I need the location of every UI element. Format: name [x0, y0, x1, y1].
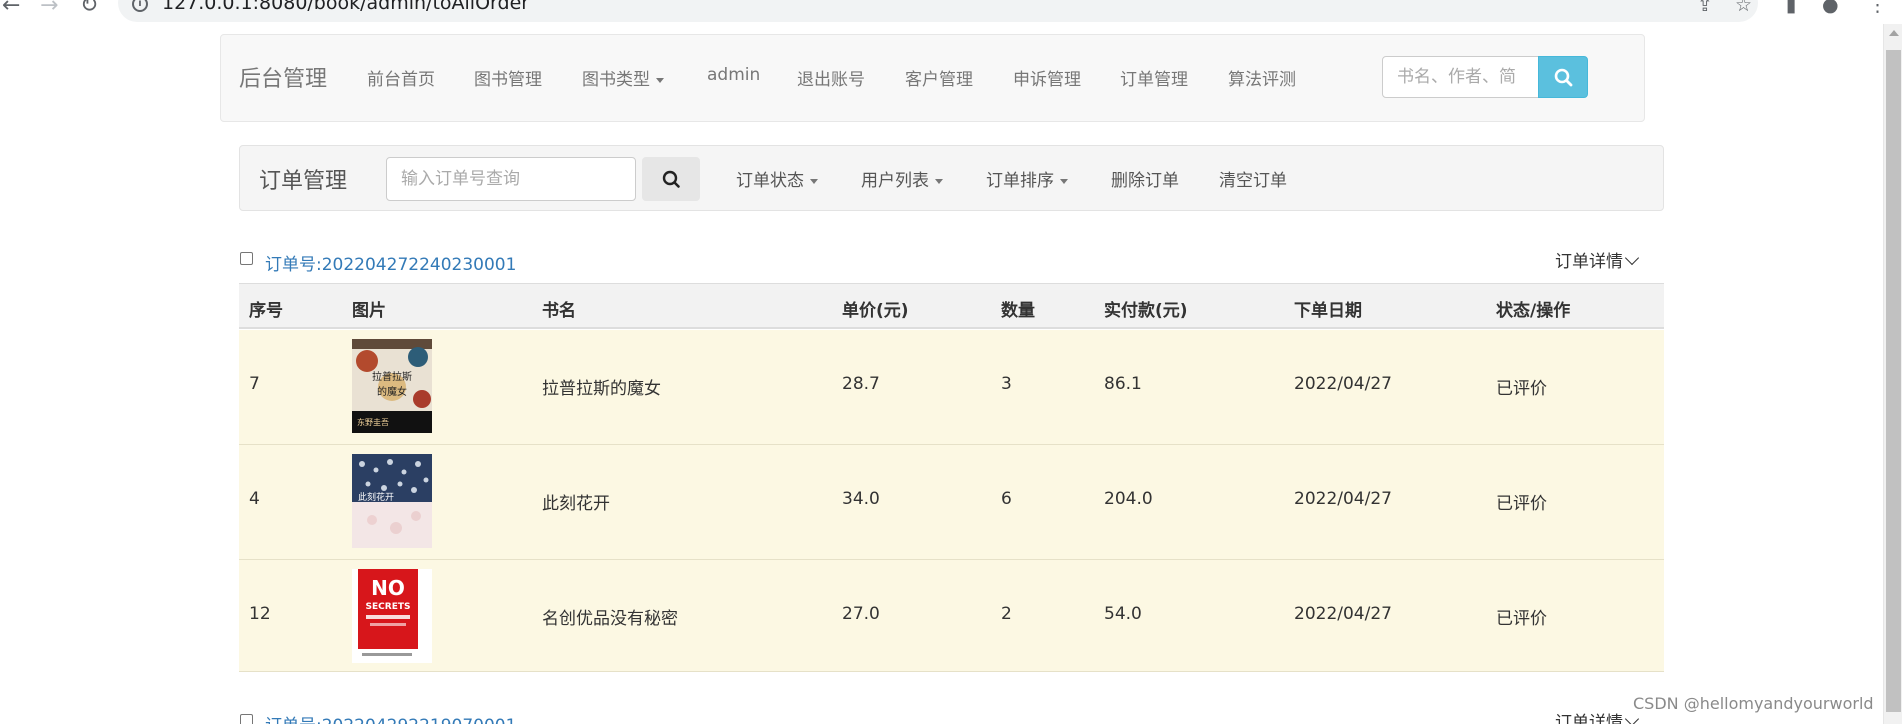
order-select-checkbox[interactable] [240, 714, 253, 724]
row-book-title: 此刻花开 [542, 494, 610, 514]
book-search-button[interactable] [1538, 56, 1588, 98]
row-status: 已评价 [1496, 379, 1547, 399]
nav-book-management[interactable]: 图书管理 [474, 65, 542, 90]
order-detail-label: 订单详情 [1555, 713, 1623, 724]
row-book-title: 名创优品没有秘密 [542, 609, 678, 629]
chevron-down-icon [1624, 250, 1640, 266]
row-quantity: 6 [1001, 489, 1012, 509]
chevron-down-icon [1624, 711, 1640, 724]
book-search-input[interactable] [1382, 56, 1540, 98]
forward-arrow-icon[interactable]: → [40, 0, 58, 18]
csdn-watermark: CSDN @hellomyandyourworld [1633, 694, 1874, 713]
book-cover-image[interactable]: 拉普拉斯 的魔女 东野圭吾 [352, 339, 432, 433]
svg-text:NO: NO [371, 576, 405, 600]
nav-logout[interactable]: 退出账号 [797, 65, 865, 90]
user-list-label: 用户列表 [861, 171, 929, 191]
nav-customer-management[interactable]: 客户管理 [905, 65, 973, 90]
profile-avatar-icon[interactable]: ● [1822, 0, 1839, 16]
order-table-header [239, 283, 1664, 329]
col-header-order-date: 下单日期 [1294, 301, 1362, 321]
row-unit-price: 34.0 [842, 489, 880, 509]
order-detail-toggle[interactable]: 订单详情 [1555, 247, 1640, 272]
row-book-title: 拉普拉斯的魔女 [542, 379, 661, 399]
row-status: 已评价 [1496, 494, 1547, 514]
delete-order-button[interactable]: 删除订单 [1111, 166, 1179, 191]
svg-text:东野圭吾: 东野圭吾 [357, 417, 389, 427]
table-row [239, 560, 1664, 672]
col-header-paid: 实付款(元) [1104, 301, 1188, 321]
order-number-link[interactable]: 订单号:202204292219070001 [265, 711, 516, 724]
browser-menu-icon[interactable]: ⋮ [1868, 0, 1887, 16]
col-header-unit-price: 单价(元) [842, 301, 909, 321]
row-quantity: 3 [1001, 374, 1012, 394]
order-detail-label: 订单详情 [1555, 252, 1623, 272]
svg-text:的魔女: 的魔女 [377, 385, 407, 398]
book-cover-image[interactable]: 此刻花开 [352, 454, 432, 548]
svg-text:此刻花开: 此刻花开 [358, 491, 394, 503]
order-number-search-input[interactable] [386, 157, 636, 201]
row-index: 7 [249, 374, 260, 394]
back-arrow-icon[interactable]: ← [2, 0, 20, 18]
svg-text:拉普拉斯: 拉普拉斯 [372, 370, 412, 383]
bookmark-star-icon[interactable]: ☆ [1735, 0, 1752, 16]
url-text[interactable]: 127.0.0.1:8080/book/admin/toAllOrder [162, 0, 529, 14]
row-unit-price: 28.7 [842, 374, 880, 394]
table-row [239, 445, 1664, 560]
user-list-dropdown[interactable]: 用户列表 [861, 166, 943, 191]
scroll-thumb[interactable] [1886, 50, 1901, 712]
scroll-up-arrow-icon[interactable] [1889, 30, 1899, 36]
search-icon [1554, 68, 1573, 87]
row-index: 4 [249, 489, 260, 509]
order-select-checkbox[interactable] [240, 252, 253, 265]
nav-book-type-dropdown[interactable]: 图书类型 [582, 65, 664, 90]
svg-text:SECRETS: SECRETS [366, 602, 411, 612]
order-detail-toggle[interactable]: 订单详情 [1555, 708, 1640, 724]
order-toolbar-title: 订单管理 [259, 169, 348, 194]
col-header-index: 序号 [249, 301, 283, 321]
row-order-date: 2022/04/27 [1294, 374, 1392, 394]
row-index: 12 [249, 604, 271, 624]
side-panel-icon[interactable]: ▮ [1786, 0, 1796, 16]
nav-algorithm-evaluation[interactable]: 算法评测 [1228, 65, 1296, 90]
col-header-image: 图片 [352, 301, 386, 321]
row-order-date: 2022/04/27 [1294, 489, 1392, 509]
row-quantity: 2 [1001, 604, 1012, 624]
order-sort-label: 订单排序 [986, 171, 1054, 191]
caret-down-icon [656, 77, 664, 83]
row-unit-price: 27.0 [842, 604, 880, 624]
order-search-button[interactable] [642, 157, 700, 201]
row-order-date: 2022/04/27 [1294, 604, 1392, 624]
row-paid-amount: 86.1 [1104, 374, 1142, 394]
order-sort-dropdown[interactable]: 订单排序 [986, 166, 1068, 191]
caret-down-icon [810, 178, 818, 184]
page-scrollbar[interactable] [1883, 24, 1902, 724]
nav-book-type-label: 图书类型 [582, 70, 650, 90]
row-status: 已评价 [1496, 609, 1547, 629]
table-row [239, 330, 1664, 445]
caret-down-icon [1060, 178, 1068, 184]
order-status-dropdown[interactable]: 订单状态 [736, 166, 818, 191]
reload-icon[interactable]: ↻ [80, 0, 98, 18]
col-header-status: 状态/操作 [1496, 301, 1571, 321]
caret-down-icon [935, 178, 943, 184]
clear-orders-button[interactable]: 清空订单 [1219, 166, 1287, 191]
nav-order-management[interactable]: 订单管理 [1120, 65, 1188, 90]
order-status-label: 订单状态 [736, 171, 804, 191]
col-header-quantity: 数量 [1001, 301, 1035, 321]
row-paid-amount: 54.0 [1104, 604, 1142, 624]
col-header-title: 书名 [542, 301, 576, 321]
nav-home[interactable]: 前台首页 [367, 65, 435, 90]
order-number-link[interactable]: 订单号:202204272240230001 [265, 250, 516, 275]
nav-admin-user[interactable]: admin [707, 65, 760, 85]
share-icon[interactable]: ⇪ [1697, 0, 1713, 16]
nav-complaint-management[interactable]: 申诉管理 [1013, 65, 1081, 90]
navbar-brand[interactable]: 后台管理 [239, 61, 327, 93]
search-icon [662, 170, 680, 188]
row-paid-amount: 204.0 [1104, 489, 1153, 509]
book-cover-image[interactable]: NO SECRETS [352, 569, 432, 663]
